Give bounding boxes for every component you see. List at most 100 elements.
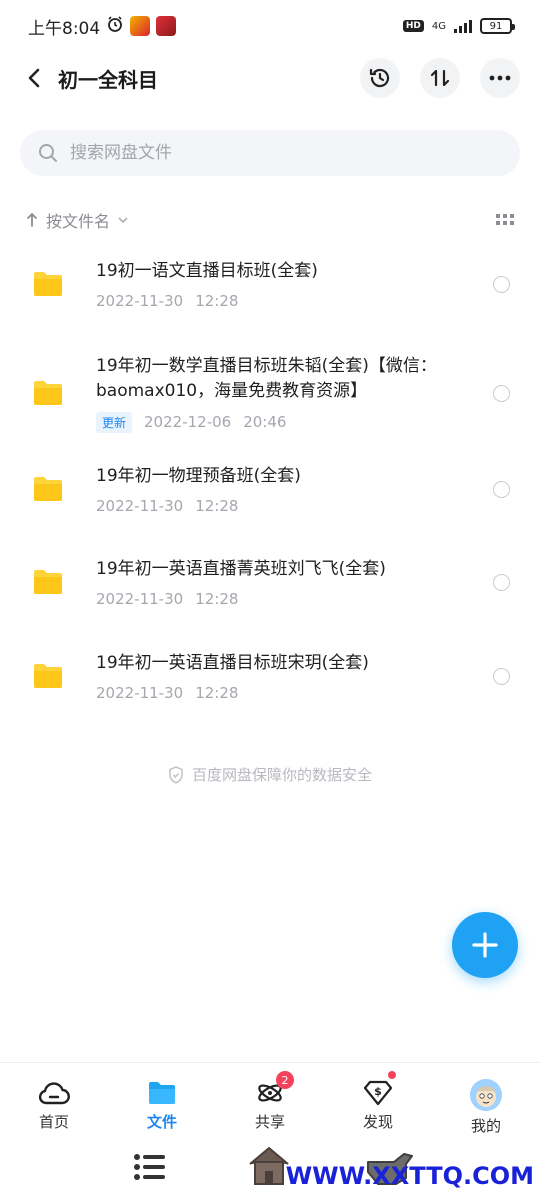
more-dots-icon — [489, 75, 511, 81]
file-time: 12:28 — [195, 683, 239, 702]
share-badge: 2 — [276, 1071, 294, 1089]
file-meta: 2022-11-30 12:28 — [96, 497, 456, 515]
select-checkbox[interactable] — [493, 573, 510, 591]
file-date: 2022-12-06 — [144, 413, 232, 431]
file-time: 20:46 — [243, 413, 287, 431]
folder-icon — [34, 477, 62, 501]
sort-button[interactable]: 按文件名 — [26, 208, 128, 232]
header: 初一全科目 — [0, 56, 540, 100]
nav-item-discover[interactable]: $ 发现 — [324, 1063, 432, 1138]
file-time: 12:28 — [195, 291, 239, 310]
battery-level: 91 — [489, 20, 503, 32]
svg-text:$: $ — [374, 1085, 382, 1098]
folder-icon — [149, 1082, 175, 1104]
file-info: 19年初一数学直播目标班朱韬(全套)【微信：baomax010，海量免费教育资源… — [96, 354, 456, 433]
update-badge: 更新 — [96, 411, 133, 433]
file-date: 2022-11-30 — [96, 683, 184, 702]
battery-icon: 91 — [480, 18, 515, 34]
nav-label: 发现 — [362, 1113, 393, 1131]
discover-dot — [388, 1071, 396, 1079]
nav-item-files[interactable]: 文件 — [108, 1063, 216, 1138]
status-right: HD 4G 91 — [402, 18, 515, 34]
file-time: 12:28 — [195, 589, 239, 608]
select-checkbox[interactable] — [493, 384, 510, 402]
file-time: 12:28 — [195, 496, 239, 515]
alarm-icon — [106, 15, 124, 37]
signal-icon — [454, 19, 472, 33]
status-bar: 上午8:04 HD 4G 91 — [0, 0, 540, 52]
home-cloud-icon — [38, 1082, 70, 1105]
menu-button[interactable] — [132, 1150, 166, 1188]
avatar — [470, 1079, 502, 1111]
status-left: 上午8:04 — [28, 14, 177, 39]
network-label: 4G — [431, 20, 446, 32]
file-meta: 2022-11-30 12:28 — [96, 590, 456, 608]
app-notification-icon-2 — [156, 16, 177, 36]
transfer-button[interactable] — [420, 58, 460, 98]
shield-icon — [169, 765, 183, 784]
bottom-nav: 首页 文件 2 共享 $ 发现 我的 — [0, 1062, 540, 1138]
app-notification-icon — [130, 16, 151, 36]
status-time: 上午8:04 — [28, 18, 101, 39]
folder-icon — [34, 570, 62, 594]
hd-icon: HD — [402, 20, 424, 32]
file-meta: 2022-11-30 12:28 — [96, 684, 456, 702]
sort-row: 按文件名 — [26, 206, 514, 234]
grid-view-button[interactable] — [496, 211, 514, 230]
file-info: 19初一语文直播目标班(全套) 2022-11-30 12:28 — [96, 259, 456, 310]
nav-label: 文件 — [146, 1113, 177, 1131]
nav-item-share[interactable]: 2 共享 — [216, 1063, 324, 1138]
transfer-arrows-icon — [430, 69, 450, 87]
file-info: 19年初一英语直播目标班宋玥(全套) 2022-11-30 12:28 — [96, 651, 456, 702]
file-name: 19初一语文直播目标班(全套) — [96, 260, 318, 281]
select-checkbox[interactable] — [493, 275, 510, 293]
file-info: 19年初一物理预备班(全套) 2022-11-30 12:28 — [96, 464, 456, 515]
file-date: 2022-11-30 — [96, 589, 184, 608]
file-item[interactable]: 19年初一英语直播菁英班刘飞飞(全套) 2022-11-30 12:28 — [0, 544, 540, 620]
plus-icon — [472, 932, 498, 958]
file-info: 19年初一英语直播菁英班刘飞飞(全套) 2022-11-30 12:28 — [96, 557, 456, 608]
more-button[interactable] — [480, 58, 520, 98]
folder-icon — [34, 381, 62, 405]
page-title: 初一全科目 — [58, 67, 158, 92]
chevron-down-icon — [118, 217, 128, 224]
security-note: 百度网盘保障你的数据安全 — [0, 764, 540, 785]
avatar-face-icon — [470, 1079, 502, 1111]
file-name: 19年初一数学直播目标班朱韬(全套)【微信：baomax010，海量免费教育资源… — [96, 355, 437, 401]
file-item[interactable]: 19初一语文直播目标班(全套) 2022-11-30 12:28 — [0, 246, 540, 322]
search-bar[interactable] — [20, 130, 520, 176]
file-item[interactable]: 19年初一物理预备班(全套) 2022-11-30 12:28 — [0, 451, 540, 527]
file-date: 2022-11-30 — [96, 291, 184, 310]
sort-label: 按文件名 — [46, 212, 111, 231]
sort-up-arrow-icon — [27, 213, 37, 227]
nav-label: 共享 — [254, 1113, 285, 1131]
folder-icon — [34, 272, 62, 296]
nav-label: 首页 — [38, 1113, 69, 1131]
select-checkbox[interactable] — [493, 480, 510, 498]
diamond-dollar-icon: $ — [363, 1080, 393, 1106]
nav-item-profile[interactable]: 我的 — [432, 1063, 540, 1138]
back-arrow-icon — [28, 68, 40, 88]
header-actions — [360, 58, 520, 98]
file-name: 19年初一英语直播菁英班刘飞飞(全套) — [96, 558, 386, 579]
file-name: 19年初一物理预备班(全套) — [96, 465, 301, 486]
nav-item-home[interactable]: 首页 — [0, 1063, 108, 1138]
add-button[interactable] — [452, 912, 518, 978]
file-meta: 2022-11-30 12:28 — [96, 292, 456, 310]
file-meta: 更新 2022-12-06 20:46 — [96, 411, 456, 433]
security-note-text: 百度网盘保障你的数据安全 — [191, 766, 372, 784]
file-item[interactable]: 19年初一英语直播目标班宋玥(全套) 2022-11-30 12:28 — [0, 638, 540, 714]
select-checkbox[interactable] — [493, 667, 510, 685]
nav-label: 我的 — [470, 1117, 501, 1135]
search-icon — [39, 144, 57, 162]
watermark: WWW.XXTTQ.COM — [285, 1162, 534, 1190]
file-item[interactable]: 19年初一数学直播目标班朱韬(全套)【微信：baomax010，海量免费教育资源… — [0, 338, 540, 448]
folder-icon — [34, 664, 62, 688]
back-button[interactable] — [20, 64, 48, 92]
search-input[interactable] — [70, 143, 470, 163]
file-name: 19年初一英语直播目标班宋玥(全套) — [96, 652, 369, 673]
history-button[interactable] — [360, 58, 400, 98]
grid-view-icon — [496, 213, 514, 225]
file-date: 2022-11-30 — [96, 496, 184, 515]
menu-list-icon — [134, 1154, 165, 1180]
